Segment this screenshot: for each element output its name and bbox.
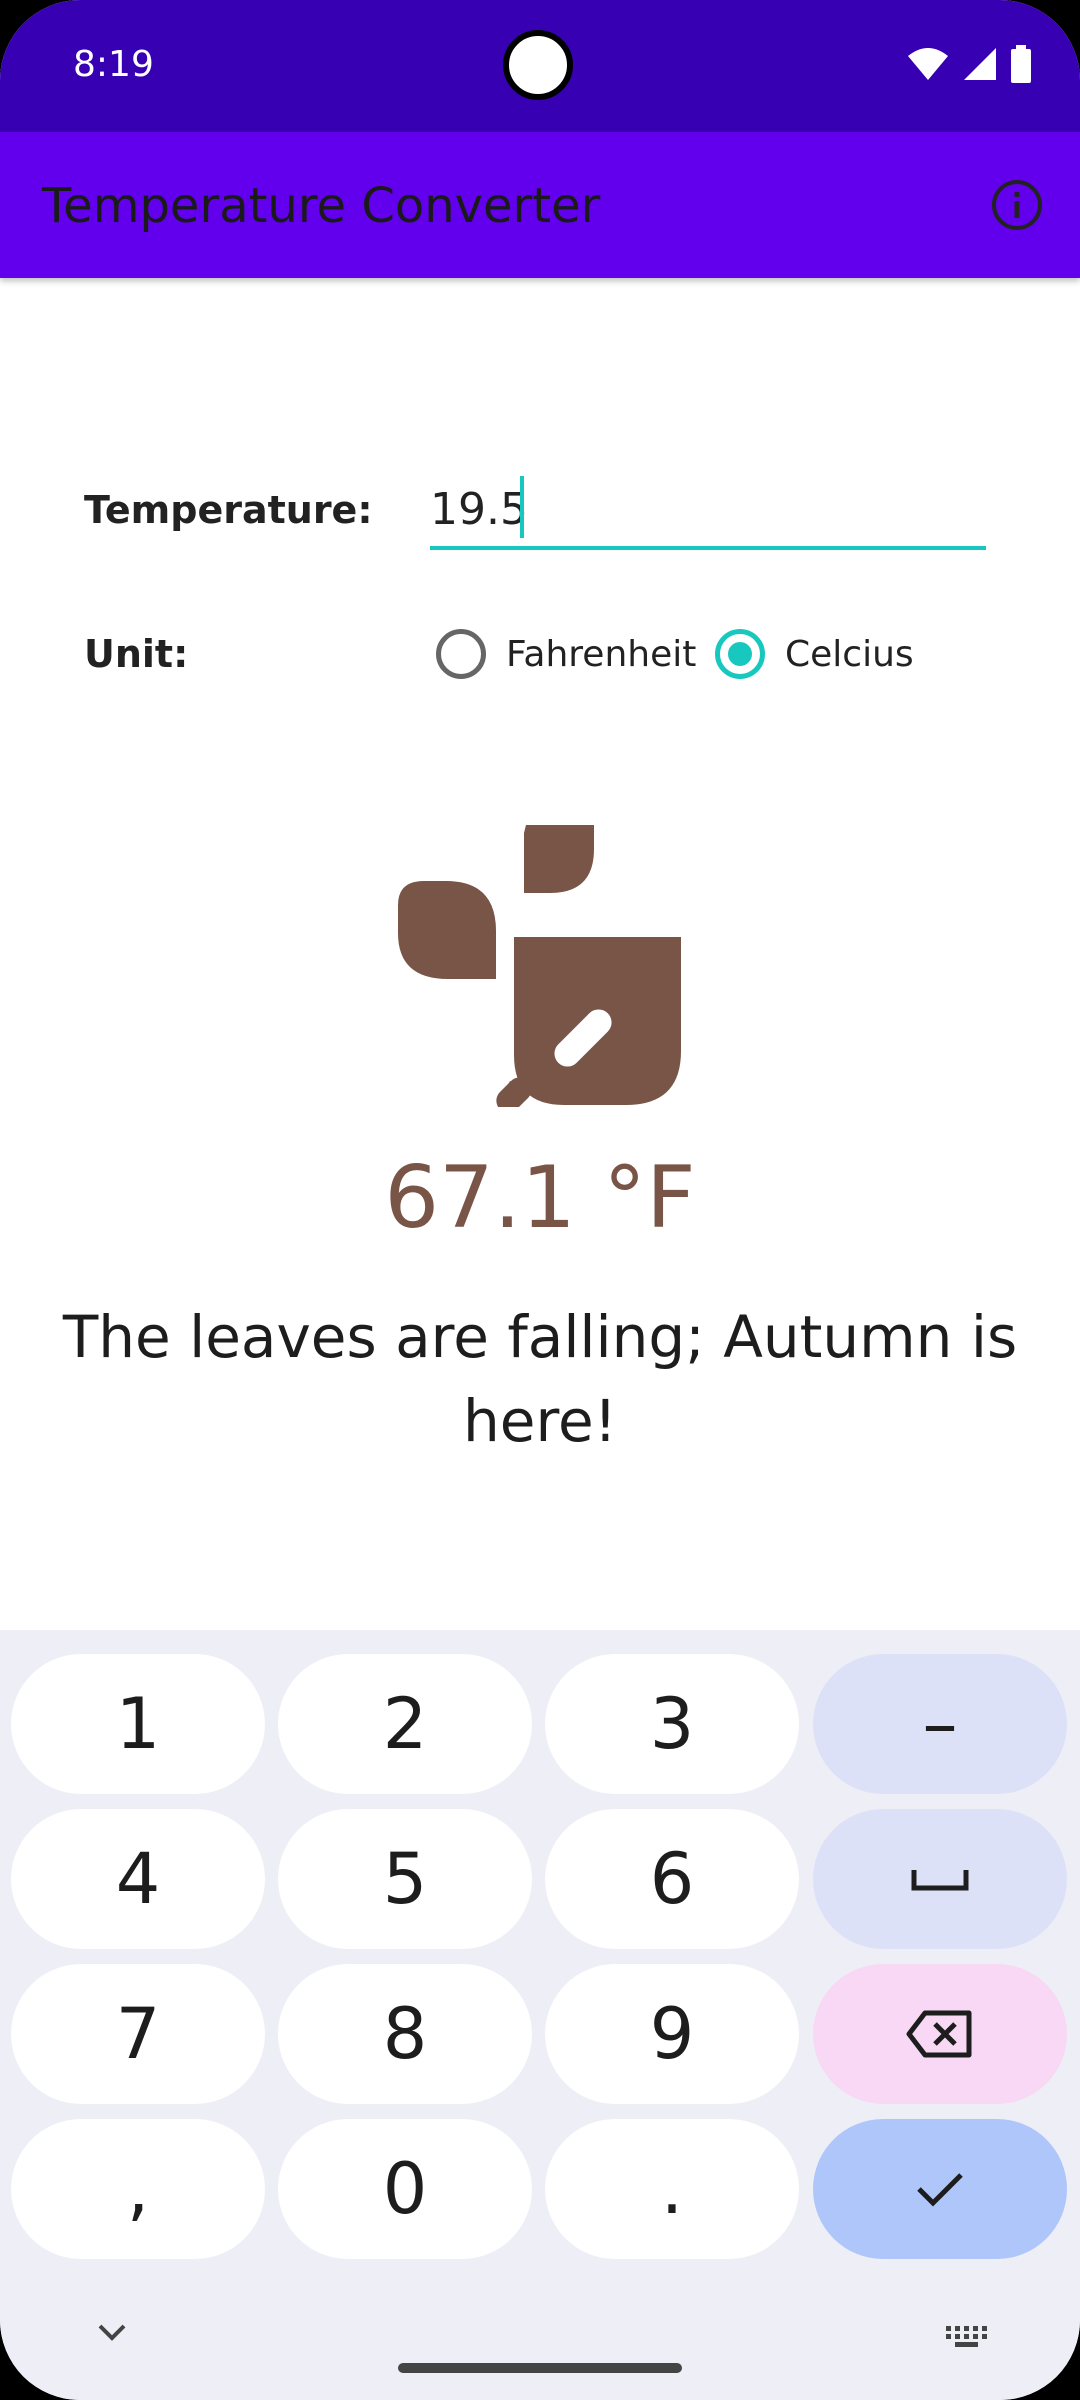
wifi-icon [908,48,948,80]
key-backspace[interactable] [813,1964,1067,2104]
radio-celcius[interactable]: Celcius [715,629,914,679]
check-icon [917,2173,963,2207]
radio-fahrenheit-label: Fahrenheit [506,633,697,675]
key-4[interactable]: 4 [11,1809,265,1949]
numeric-keyboard: 1 2 3 – 4 5 6 7 8 9 , 0 . [0,1630,1080,2400]
app-title: Temperature Converter [42,178,601,234]
status-bar: 8:19 [0,0,1080,132]
status-icons [906,44,1032,84]
key-7[interactable]: 7 [11,1964,265,2104]
key-comma[interactable]: , [11,2119,265,2259]
radio-celcius-label: Celcius [785,633,914,675]
backspace-icon [906,2010,972,2058]
key-8[interactable]: 8 [278,1964,532,2104]
battery-icon [1011,45,1031,83]
radio-button-unchecked [436,629,486,679]
app-bar: Temperature Converter [0,132,1080,278]
home-indicator[interactable] [398,2363,682,2373]
key-space[interactable] [813,1809,1067,1949]
key-3[interactable]: 3 [545,1654,799,1794]
chevron-down-icon[interactable] [96,2322,128,2342]
keyboard-icon[interactable] [944,2324,990,2350]
key-9[interactable]: 9 [545,1964,799,2104]
season-message: The leaves are falling; Autumn is here! [62,1303,1018,1455]
app-screen: 8:19 Temperature Converter Temperature: … [0,0,1080,2400]
converted-temperature: 67.1 °F [384,1148,696,1248]
key-6[interactable]: 6 [545,1809,799,1949]
key-period[interactable]: . [545,2119,799,2259]
unit-label: Unit: [84,632,189,676]
temperature-label: Temperature: [84,488,373,532]
temperature-input-value: 19.5 [430,484,528,535]
key-2[interactable]: 2 [278,1654,532,1794]
radio-button-checked [715,629,765,679]
camera-cutout [503,30,573,100]
key-1[interactable]: 1 [11,1654,265,1794]
space-icon [911,1870,969,1891]
status-time: 8:19 [73,44,154,85]
key-0[interactable]: 0 [278,2119,532,2259]
key-done[interactable] [813,2119,1067,2259]
key-5[interactable]: 5 [278,1809,532,1949]
signal-icon [964,48,996,80]
info-icon[interactable] [990,178,1044,232]
temperature-input[interactable]: 19.5 [430,470,986,550]
radio-fahrenheit[interactable]: Fahrenheit [436,629,696,679]
leaves-icon [398,825,681,1107]
key-minus[interactable]: – [813,1654,1067,1794]
text-caret [520,476,524,538]
